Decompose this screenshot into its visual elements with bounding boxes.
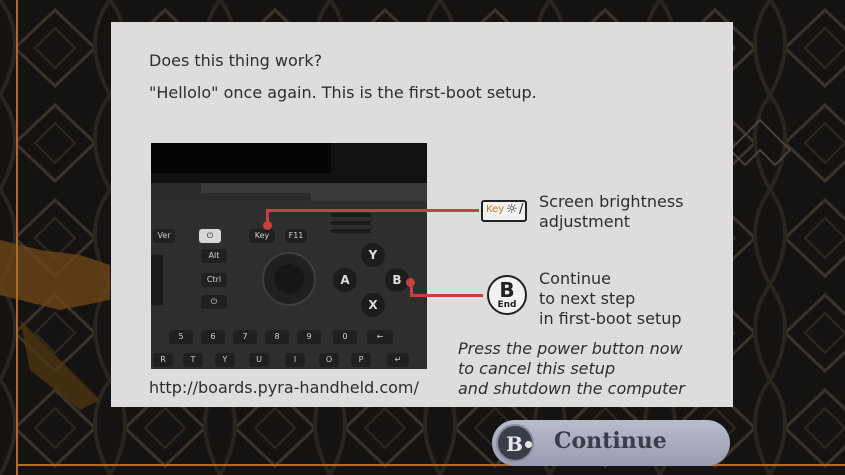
key-p: P [351,353,371,367]
device-photo: Ver ⏻ Key F11 Alt Ctrl ⏻ 5 6 7 8 9 0 ← R… [151,143,427,369]
power-note-line3: and shutdown the computer [458,379,685,398]
continue-b-letter: B [506,432,523,456]
continue-hint-line3: in first-boot setup [539,309,682,328]
key-o: O [319,353,339,367]
key-ver: Ver [153,229,175,243]
brightness-connector-dot [263,221,272,230]
b-letter: B [499,278,515,302]
key-backspace: ← [367,330,393,344]
b-end-button-icon: B End [487,275,527,315]
continue-connector-line [410,294,483,297]
frame-bottom-line [16,464,845,466]
key-t: T [183,353,203,367]
brightness-key-icon: Key ☼ / [481,200,527,222]
key-9: 9 [297,330,321,344]
continue-label: Continue [554,428,667,454]
continue-hint-line1: Continue [539,269,611,288]
key-fn: ⏻ [201,295,227,309]
brightness-connector-line [266,209,479,212]
key-power: ⏻ [199,229,221,243]
question-text: Does this thing work? [149,51,323,70]
brightness-hint-line2: adjustment [539,212,630,231]
power-note-line1: Press the power button now [458,339,683,358]
key-r: R [153,353,173,367]
key-8: 8 [265,330,289,344]
key-enter: ↵ [387,353,409,367]
button-dot-icon [525,441,532,448]
face-button-y: Y [361,243,385,267]
key-6: 6 [201,330,225,344]
frame-left-line [16,0,18,475]
key-i: I [285,353,305,367]
power-button-note: Press the power button now to cancel thi… [458,339,685,399]
face-button-a: A [333,268,357,292]
key-0: 0 [333,330,357,344]
key-7: 7 [233,330,257,344]
face-button-x: X [361,293,385,317]
sun-icon: ☼ [506,202,518,217]
end-label: End [497,300,517,310]
continue-connector-dot [406,278,415,287]
forum-url: http://boards.pyra-handheld.com/ [149,378,419,397]
key-f11: F11 [285,229,307,243]
b-button-icon: B [496,424,534,462]
intro-text: "Hellolo" once again. This is the first-… [149,83,537,102]
key-y: Y [215,353,235,367]
key-icon-label: Key [486,204,505,215]
first-boot-dialog: Does this thing work? "Hellolo" once aga… [111,22,733,407]
brightness-hint-line1: Screen brightness [539,192,684,211]
slash-icon: / [519,202,524,217]
continue-button[interactable]: B Continue [492,420,730,466]
key-u: U [249,353,269,367]
continue-hint: Continue to next step in first-boot setu… [539,269,682,329]
continue-hint-line2: to next step [539,289,636,308]
brightness-hint: Screen brightness adjustment [539,192,684,232]
key-brightness: Key [249,229,275,243]
key-ctrl: Ctrl [201,273,227,287]
key-alt: Alt [201,249,227,263]
power-note-line2: to cancel this setup [458,359,616,378]
key-5: 5 [169,330,193,344]
